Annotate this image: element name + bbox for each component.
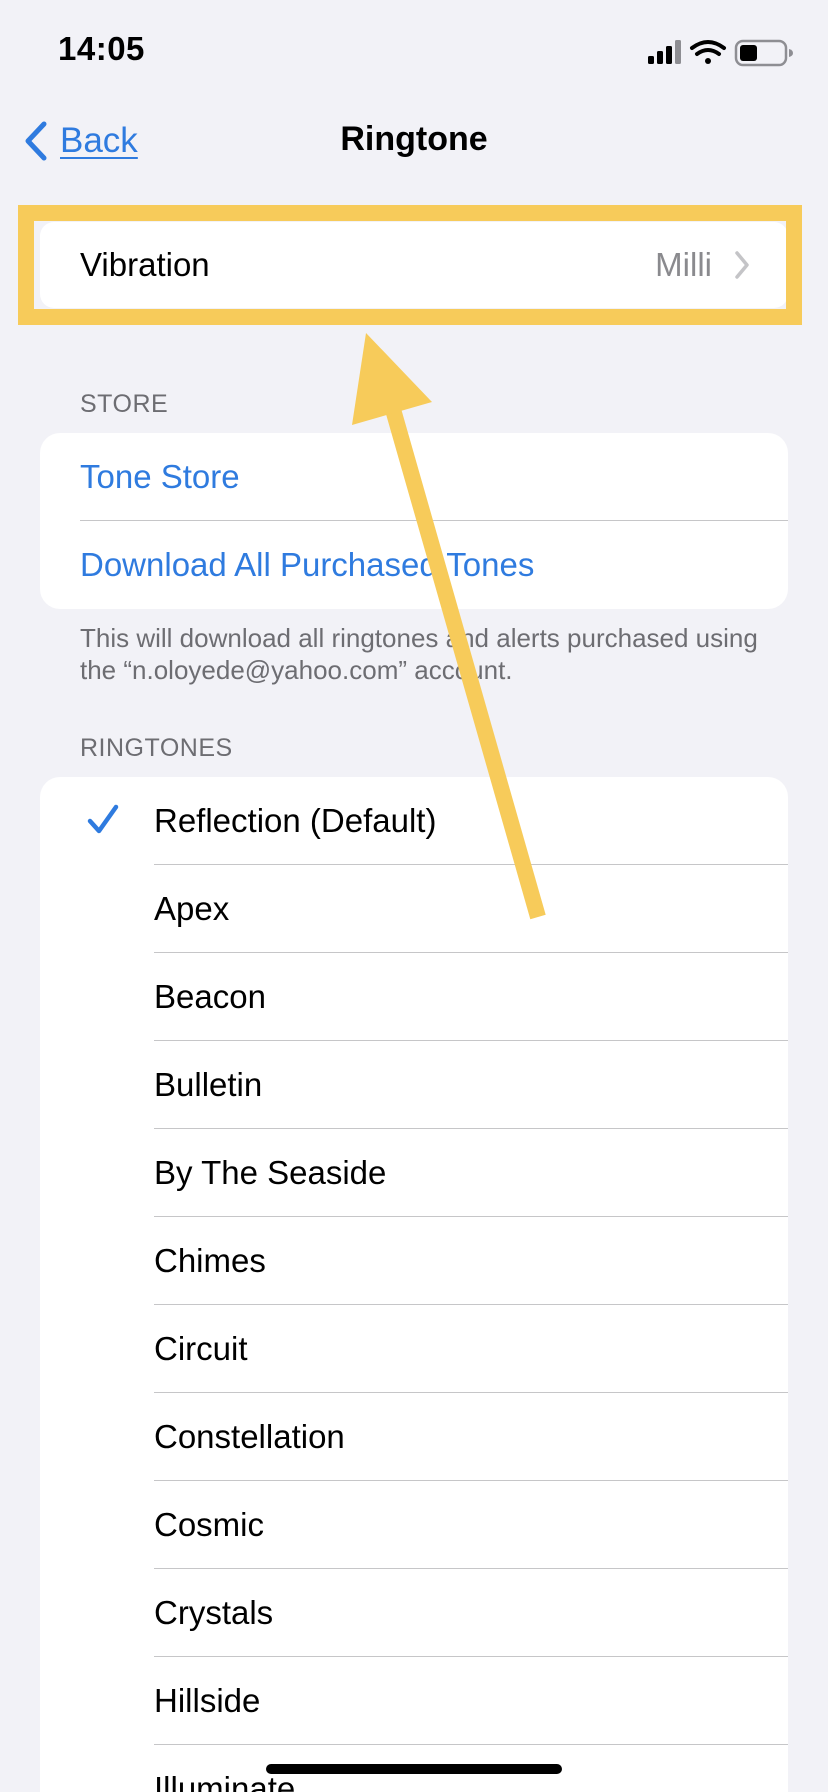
ringtone-label: Reflection (Default) (154, 802, 437, 839)
ringtone-label: Beacon (154, 978, 266, 1015)
ringtone-label: Circuit (154, 1330, 248, 1367)
ringtone-label: By The Seaside (154, 1154, 387, 1191)
tone-store-row[interactable]: Tone Store (40, 433, 788, 521)
ringtone-row[interactable]: By The Seaside (40, 1129, 788, 1217)
status-bar: 14:05 (0, 0, 828, 100)
download-all-tones-row[interactable]: Download All Purchased Tones (40, 521, 788, 609)
ringtone-label: Hillside (154, 1682, 261, 1719)
ringtones-section-header: RINGTONES (80, 734, 233, 762)
store-section-header: STORE (80, 390, 169, 418)
page-title: Ringtone (340, 120, 488, 158)
ringtone-settings-screen: 14:05 Back Ringtone Vibration Milli STOR… (0, 0, 828, 1792)
ringtone-row[interactable]: Beacon (40, 953, 788, 1041)
ringtone-row[interactable]: Chimes (40, 1217, 788, 1305)
store-group: Tone Store Download All Purchased Tones (40, 433, 788, 609)
ringtone-row[interactable]: Apex (40, 865, 788, 953)
ringtone-row[interactable]: Constellation (40, 1393, 788, 1481)
ringtones-group: Reflection (Default) Apex Beacon Bulleti… (40, 777, 788, 1792)
download-all-tones-label: Download All Purchased Tones (80, 546, 535, 583)
ringtone-label: Chimes (154, 1242, 266, 1279)
cellular-signal-icon (648, 40, 681, 64)
ringtone-row[interactable]: Cosmic (40, 1481, 788, 1569)
ringtone-label: Bulletin (154, 1066, 263, 1103)
ringtone-label: Apex (154, 890, 230, 927)
ringtone-row[interactable]: Bulletin (40, 1041, 788, 1129)
navigation-bar: Back Ringtone (0, 100, 828, 180)
ringtone-row[interactable]: Reflection (Default) (40, 777, 788, 865)
ringtone-label: Crystals (154, 1594, 274, 1631)
store-footer-note: This will download all ringtones and ale… (80, 623, 758, 685)
ringtone-label: Cosmic (154, 1506, 265, 1543)
battery-icon (734, 39, 793, 67)
ringtone-row[interactable]: Circuit (40, 1305, 788, 1393)
checkmark-icon (87, 804, 119, 834)
status-icons (648, 36, 798, 68)
home-indicator (266, 1764, 562, 1774)
wifi-icon (690, 40, 726, 64)
ringtone-row[interactable]: Hillside (40, 1657, 788, 1745)
highlight-box (18, 205, 802, 325)
ringtone-row[interactable]: Crystals (40, 1569, 788, 1657)
status-time: 14:05 (58, 30, 145, 67)
tone-store-label: Tone Store (80, 458, 240, 495)
ringtone-label: Constellation (154, 1418, 345, 1455)
